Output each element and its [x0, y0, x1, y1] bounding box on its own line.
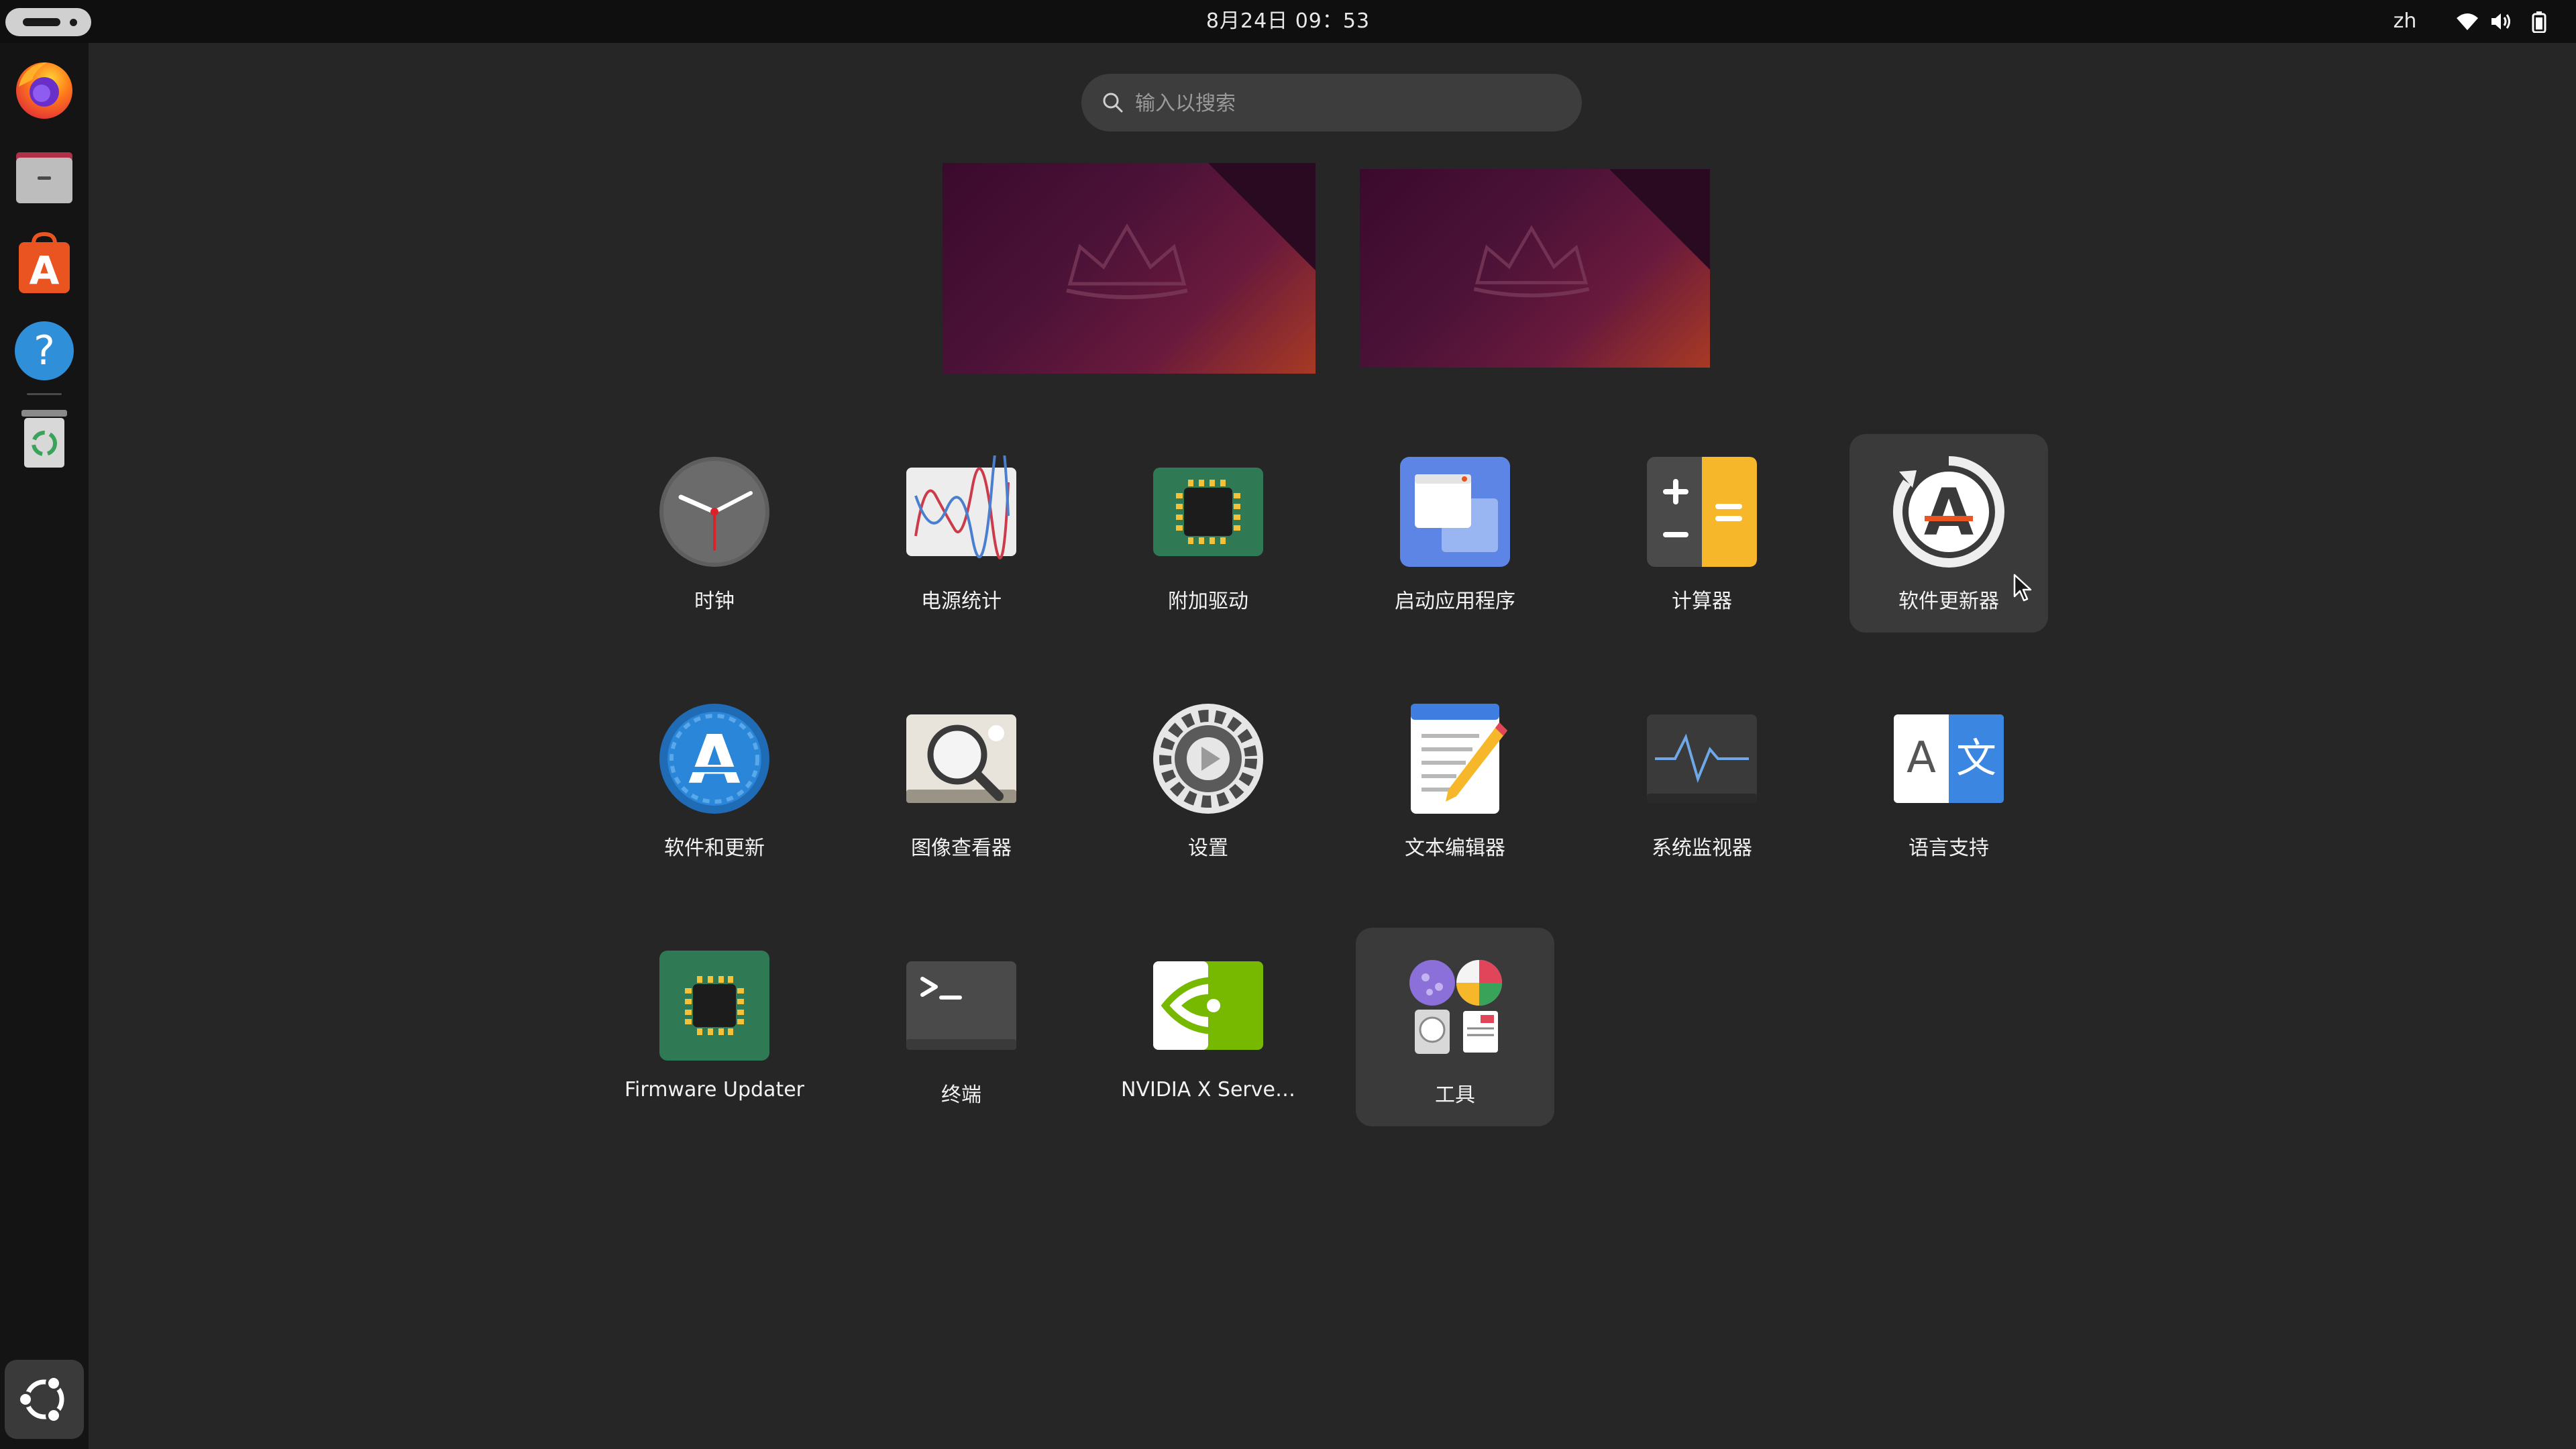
wifi-icon[interactable] [2455, 11, 2479, 34]
calculator-icon [1647, 457, 1757, 567]
date-time-clock[interactable]: 8月24日 09：53 [1154, 0, 1422, 43]
activities-button[interactable] [5, 8, 91, 36]
dock-item-help[interactable]: ? [9, 316, 79, 386]
svg-text:A: A [688, 720, 740, 799]
app-center-icon: A [19, 231, 70, 293]
app-label: NVIDIA X Serve… [1121, 1078, 1295, 1102]
additional-drivers-icon [1153, 468, 1263, 556]
terminal-icon [906, 961, 1016, 1050]
app-label: 启动应用程序 [1395, 590, 1515, 613]
app-text-editor[interactable]: 文本编辑器 [1356, 681, 1554, 879]
trash-icon [21, 410, 67, 468]
image-viewer-icon [906, 714, 1016, 803]
svg-text:A: A [30, 248, 60, 293]
app-label: 图像查看器 [911, 837, 1012, 860]
dock-item-trash[interactable] [9, 403, 79, 473]
app-clock[interactable]: 时钟 [615, 434, 814, 633]
workspace-indicator-dot [70, 19, 77, 26]
startup-applications-icon [1400, 457, 1510, 567]
wallpaper-crown-icon [1066, 223, 1188, 299]
search-bar[interactable] [1081, 74, 1582, 133]
firmware-updater-icon [659, 951, 769, 1061]
power-statistics-icon [906, 455, 1016, 559]
app-power-statistics[interactable]: 电源统计 [862, 434, 1061, 633]
svg-text:?: ? [34, 327, 55, 374]
dock-item-files[interactable] [9, 142, 79, 211]
app-settings[interactable]: 设置 [1109, 681, 1307, 879]
app-terminal[interactable]: 终端 [862, 928, 1061, 1126]
dock-item-app-center[interactable]: A [9, 229, 79, 299]
svg-text:A: A [1924, 475, 1974, 550]
workspace-thumbnail-1[interactable] [943, 163, 1316, 374]
app-label: 时钟 [694, 590, 735, 613]
app-label: 电源统计 [921, 590, 1002, 613]
search-icon [1103, 93, 1123, 113]
app-label: 软件和更新 [664, 837, 765, 860]
clock-icon [659, 457, 769, 567]
app-calculator[interactable]: 计算器 [1603, 434, 1801, 633]
mouse-pointer-icon [2013, 574, 2032, 602]
svg-text:文: 文 [1956, 735, 1996, 782]
app-software-updater[interactable]: A 软件更新器 [1849, 434, 2048, 633]
app-label: 附加驱动 [1168, 590, 1248, 613]
app-image-viewer[interactable]: 图像查看器 [862, 681, 1061, 879]
nvidia-settings-icon [1153, 961, 1263, 1050]
help-icon: ? [15, 321, 74, 380]
app-language-support[interactable]: A 文 语言支持 [1849, 681, 2048, 879]
app-label: 文本编辑器 [1405, 837, 1505, 860]
dock-item-firefox[interactable] [9, 54, 79, 124]
app-label: Firmware Updater [624, 1078, 804, 1102]
software-and-updates-icon: A [659, 704, 769, 814]
svg-text:A: A [1907, 733, 1936, 783]
app-label: 设置 [1188, 837, 1228, 860]
settings-icon [1153, 704, 1263, 814]
app-nvidia-x-server-settings[interactable]: NVIDIA X Serve… [1109, 928, 1307, 1126]
volume-icon[interactable] [2490, 11, 2513, 34]
utilities-folder-icon [1409, 960, 1502, 1054]
app-label: 语言支持 [1909, 837, 1989, 860]
app-software-and-updates[interactable]: A 软件和更新 [615, 681, 814, 879]
dock-separator [27, 393, 62, 395]
files-icon [16, 152, 72, 203]
app-additional-drivers[interactable]: 附加驱动 [1109, 434, 1307, 633]
workspace-thumbnail-2[interactable] [1360, 169, 1710, 368]
app-folder-utilities[interactable]: 工具 [1356, 928, 1554, 1126]
system-monitor-icon [1647, 714, 1757, 803]
firefox-icon [16, 62, 72, 119]
app-label: 工具 [1435, 1083, 1475, 1107]
dock: A ? [0, 43, 89, 1449]
app-label: 终端 [941, 1083, 981, 1107]
top-bar: 8月24日 09：53 zh [0, 0, 2576, 43]
search-input[interactable] [1134, 74, 1552, 133]
ubuntu-logo-icon [17, 1375, 64, 1424]
wallpaper-fold [1609, 169, 1710, 270]
app-label: 系统监视器 [1652, 837, 1752, 860]
text-editor-icon [1411, 704, 1507, 814]
wallpaper-crown-icon [1473, 225, 1590, 298]
show-apps-button[interactable] [5, 1360, 84, 1439]
workspace-indicator-active [23, 18, 60, 26]
app-firmware-updater[interactable]: Firmware Updater [615, 928, 814, 1126]
app-system-monitor[interactable]: 系统监视器 [1603, 681, 1801, 879]
software-updater-icon: A [1893, 456, 2004, 568]
language-support-icon: A 文 [1894, 714, 2004, 803]
battery-icon[interactable] [2532, 11, 2546, 36]
app-startup-applications[interactable]: 启动应用程序 [1356, 434, 1554, 633]
wallpaper-fold [1208, 163, 1316, 270]
app-label: 计算器 [1672, 590, 1732, 613]
input-method-indicator[interactable]: zh [2378, 0, 2432, 43]
